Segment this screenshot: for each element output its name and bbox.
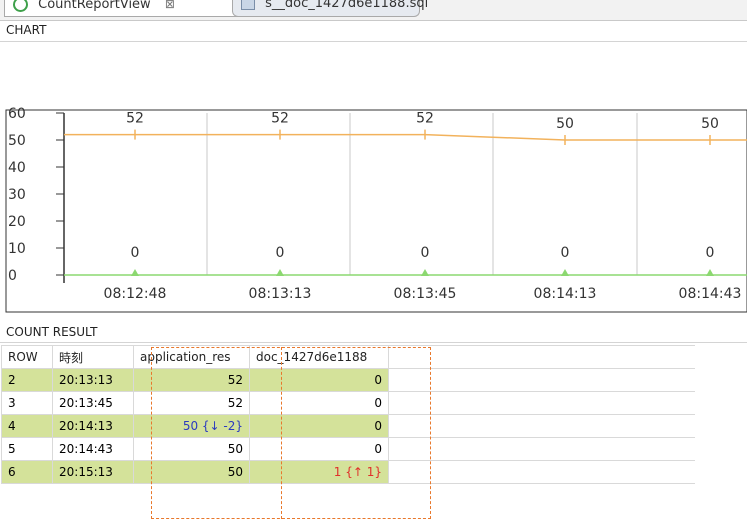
x-tick-label: 08:13:45	[394, 286, 457, 302]
data-label: 0	[706, 245, 715, 261]
table-row[interactable]: 4 20:14:13 50 {↓ -2} 0	[1, 414, 695, 438]
cell-empty	[388, 414, 695, 438]
x-tick-label: 08:13:13	[249, 286, 312, 302]
cell-doc: 0	[249, 437, 389, 461]
y-tick-label: 50	[8, 133, 26, 149]
cell-application-res: 50 {↓ -2}	[133, 414, 250, 438]
cell-application-res: 50	[133, 460, 250, 484]
table-header-row: ROW 時刻 application_res doc_1427d6e1188	[1, 345, 695, 369]
y-tick-label: 20	[8, 214, 26, 230]
cell-row: 3	[1, 391, 53, 415]
cell-row: 2	[1, 368, 53, 392]
table-row[interactable]: 3 20:13:45 52 0	[1, 391, 695, 415]
cell-time: 20:13:13	[52, 368, 134, 392]
cell-time: 20:14:43	[52, 437, 134, 461]
cell-application-res: 50	[133, 437, 250, 461]
result-section-divider	[0, 342, 747, 343]
data-label: 0	[276, 245, 285, 261]
x-tick-label: 08:12:48	[104, 286, 167, 302]
column-header-time[interactable]: 時刻	[52, 345, 134, 369]
column-header-row[interactable]: ROW	[1, 345, 53, 369]
cell-empty	[388, 437, 695, 461]
data-point	[706, 269, 714, 276]
cell-time: 20:13:45	[52, 391, 134, 415]
cell-time: 20:14:13	[52, 414, 134, 438]
data-label: 0	[131, 245, 140, 261]
column-header-empty	[388, 345, 695, 369]
y-tick-label: 10	[8, 241, 26, 257]
data-label: 0	[421, 245, 430, 261]
cell-doc: 0	[249, 391, 389, 415]
data-label: 52	[416, 111, 434, 127]
data-label: 50	[701, 116, 719, 132]
cell-row: 6	[1, 460, 53, 484]
data-point	[421, 269, 429, 276]
cell-time: 20:15:13	[52, 460, 134, 484]
cell-application-res: 52	[133, 391, 250, 415]
table-row[interactable]: 2 20:13:13 52 0	[1, 368, 695, 392]
cell-doc: 1 {↑ 1}	[249, 460, 389, 484]
result-section-title: COUNT RESULT	[6, 325, 98, 339]
column-header-doc[interactable]: doc_1427d6e1188	[249, 345, 389, 369]
count-result-table: ROW 時刻 application_res doc_1427d6e1188 2…	[1, 345, 695, 484]
cell-doc: 0	[249, 414, 389, 438]
cell-empty	[388, 368, 695, 392]
table-row[interactable]: 5 20:14:43 50 0	[1, 437, 695, 461]
y-tick-label: 60	[8, 106, 26, 122]
data-label: 0	[561, 245, 570, 261]
x-tick-label: 08:14:13	[534, 286, 597, 302]
cell-empty	[388, 460, 695, 484]
column-header-application-res[interactable]: application_res	[133, 345, 250, 369]
x-tick-label: 08:14:43	[679, 286, 742, 302]
cell-doc: 0	[249, 368, 389, 392]
cell-application-res: 52	[133, 368, 250, 392]
data-point	[131, 269, 139, 276]
table-row[interactable]: 6 20:15:13 50 1 {↑ 1}	[1, 460, 695, 484]
cell-row: 5	[1, 437, 53, 461]
data-point	[561, 269, 569, 276]
y-tick-label: 30	[8, 187, 26, 203]
line-chart: 60 50 40 30 20 10 0 08:12:48 08:13:13 08:13:45 08:…	[5, 106, 747, 313]
y-tick-label: 40	[8, 160, 26, 176]
data-label: 52	[271, 111, 289, 127]
y-tick-label: 0	[8, 268, 17, 284]
series-line	[64, 133, 747, 141]
data-label: 52	[126, 111, 144, 127]
cell-empty	[388, 391, 695, 415]
cell-row: 4	[1, 414, 53, 438]
data-label: 50	[556, 116, 574, 132]
data-point	[276, 269, 284, 276]
